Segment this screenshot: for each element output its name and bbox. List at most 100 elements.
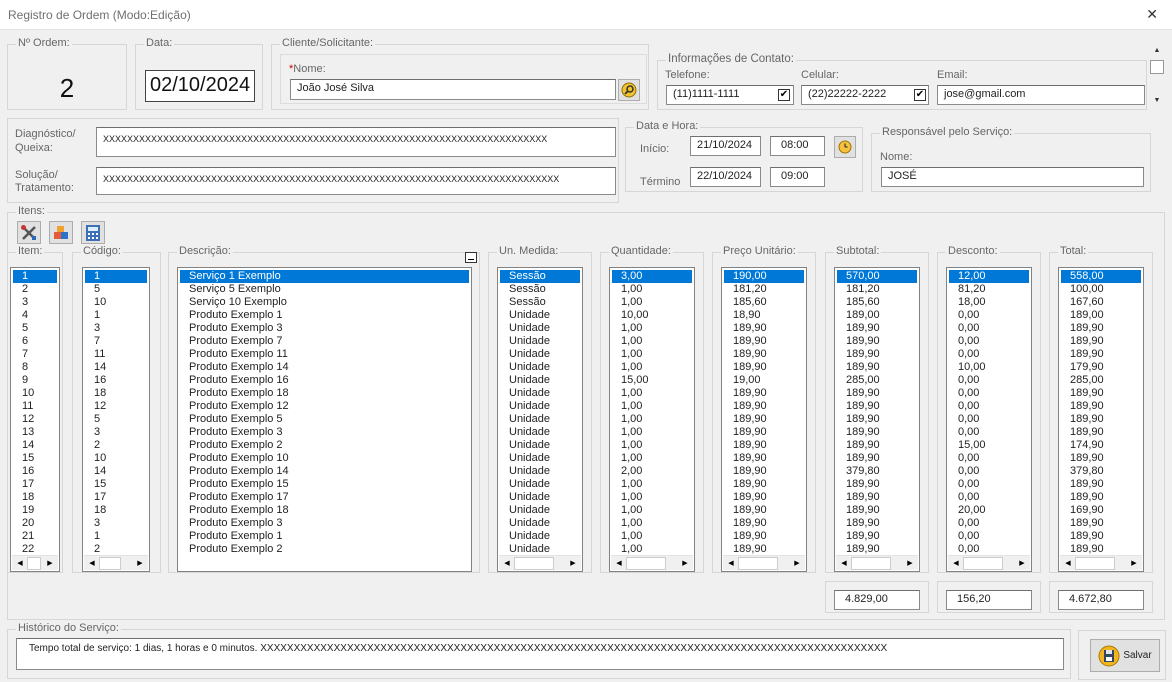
list-item[interactable]: Unidade: [500, 517, 580, 530]
list-item[interactable]: 13: [13, 426, 57, 439]
list-item[interactable]: 0,00: [949, 400, 1029, 413]
list-item[interactable]: Unidade: [500, 465, 580, 478]
search-client-button[interactable]: [618, 79, 640, 101]
list-item[interactable]: 189,90: [837, 517, 917, 530]
list-item[interactable]: 379,80: [1061, 465, 1141, 478]
list-item[interactable]: Produto Exemplo 15: [180, 478, 469, 491]
list-item[interactable]: Produto Exemplo 18: [180, 387, 469, 400]
list-item[interactable]: 0,00: [949, 530, 1029, 543]
list-item[interactable]: 1,00: [612, 517, 692, 530]
list-item[interactable]: 10: [85, 452, 147, 465]
list-item[interactable]: 189,90: [837, 439, 917, 452]
list-item[interactable]: 189,90: [1061, 387, 1141, 400]
list-item[interactable]: 189,90: [837, 478, 917, 491]
list-item[interactable]: 0,00: [949, 478, 1029, 491]
horizontal-scrollbar[interactable]: ◀ ▶: [723, 555, 805, 570]
list-item[interactable]: 4: [13, 309, 57, 322]
list-item[interactable]: 1,00: [612, 322, 692, 335]
list-item[interactable]: 189,90: [837, 387, 917, 400]
list-item[interactable]: 285,00: [837, 374, 917, 387]
phone-input[interactable]: (11)1111-1111: [666, 85, 794, 105]
list-item[interactable]: 10: [13, 387, 57, 400]
list-item[interactable]: 12: [13, 413, 57, 426]
list-item[interactable]: 81,20: [949, 283, 1029, 296]
list-item[interactable]: Unidade: [500, 426, 580, 439]
list-item[interactable]: 181,20: [837, 283, 917, 296]
list-item[interactable]: 189,90: [837, 530, 917, 543]
list-item[interactable]: 189,90: [724, 335, 804, 348]
list-item[interactable]: 1,00: [612, 296, 692, 309]
list-item[interactable]: Unidade: [500, 348, 580, 361]
scroll-down-icon[interactable]: ▼: [1149, 94, 1165, 108]
list-item[interactable]: 19,00: [724, 374, 804, 387]
scroll-thumb[interactable]: [27, 557, 41, 570]
column-qty-listbox[interactable]: 3,00 1,00 1,00 10,00 1,00 1,00 1,00 1,00 15,00 1,…: [609, 267, 695, 572]
column-discount-listbox[interactable]: 12,00 81,20 18,00 0,00 0,00 0,00 0,00 10,00 0,00…: [946, 267, 1032, 572]
list-item[interactable]: Unidade: [500, 530, 580, 543]
list-item[interactable]: 0,00: [949, 309, 1029, 322]
list-item[interactable]: Produto Exemplo 10: [180, 452, 469, 465]
list-item[interactable]: Serviço 10 Exemplo: [180, 296, 469, 309]
scroll-right-icon[interactable]: ▶: [678, 557, 692, 570]
column-price-list[interactable]: 190,00 181,20 185,60 18,90 189,90 189,90 189,9…: [721, 252, 807, 572]
list-item[interactable]: Unidade: [500, 413, 580, 426]
list-item[interactable]: Unidade: [500, 504, 580, 517]
list-item[interactable]: 189,90: [1061, 413, 1141, 426]
list-item[interactable]: 20: [13, 517, 57, 530]
list-item[interactable]: Serviço 1 Exemplo: [180, 270, 469, 283]
horizontal-scrollbar[interactable]: ◀ ▶: [948, 555, 1030, 570]
list-item[interactable]: 189,90: [837, 361, 917, 374]
list-item[interactable]: 167,60: [1061, 296, 1141, 309]
list-item[interactable]: 1,00: [612, 335, 692, 348]
column-item-list[interactable]: 1 2 3 4 5 6 7 8 9 10 11 12 13 14 15 16 17 18 19 20 21 22 ◀ ▶: [10, 252, 60, 572]
list-item[interactable]: Produto Exemplo 5: [180, 413, 469, 426]
list-item[interactable]: 14: [85, 465, 147, 478]
date-field[interactable]: 02/10/2024: [145, 70, 255, 102]
list-item[interactable]: Produto Exemplo 3: [180, 322, 469, 335]
list-item[interactable]: Unidade: [500, 361, 580, 374]
list-item[interactable]: 189,90: [837, 348, 917, 361]
list-item[interactable]: 9: [13, 374, 57, 387]
list-item[interactable]: 20,00: [949, 504, 1029, 517]
list-item[interactable]: Sessão: [500, 283, 580, 296]
list-item[interactable]: 17: [85, 491, 147, 504]
list-item[interactable]: 0,00: [949, 452, 1029, 465]
list-item[interactable]: 189,90: [837, 400, 917, 413]
list-item[interactable]: 379,80: [837, 465, 917, 478]
diagnosis-input[interactable]: XXXXXXXXXXXXXXXXXXXXXXXXXXXXXXXXXXXXXXXX…: [96, 127, 616, 157]
list-item[interactable]: 0,00: [949, 387, 1029, 400]
scroll-left-icon[interactable]: ◀: [612, 557, 626, 570]
list-item[interactable]: 189,90: [724, 530, 804, 543]
list-item[interactable]: Unidade: [500, 309, 580, 322]
list-item[interactable]: 0,00: [949, 374, 1029, 387]
list-item[interactable]: 189,90: [837, 491, 917, 504]
column-code-listbox[interactable]: 1 5 10 1 3 7 11 14 16 18 12 5 3 2 10 14 15 17 18 3 1 2 ◀ ▶: [82, 267, 150, 572]
list-item[interactable]: 15,00: [612, 374, 692, 387]
column-unit-listbox[interactable]: Sessão Sessão Sessão Unidade Unidade Unidade U…: [497, 267, 583, 572]
list-item[interactable]: 189,90: [1061, 322, 1141, 335]
now-button[interactable]: [834, 136, 856, 158]
list-item[interactable]: 1,00: [612, 348, 692, 361]
list-item[interactable]: 189,90: [724, 439, 804, 452]
list-item[interactable]: 181,20: [724, 283, 804, 296]
scroll-left-icon[interactable]: ◀: [1061, 557, 1075, 570]
list-item[interactable]: 18: [85, 387, 147, 400]
list-item[interactable]: 1: [85, 270, 147, 283]
scroll-thumb[interactable]: [626, 557, 666, 570]
end-date-input[interactable]: 22/10/2024: [690, 167, 761, 187]
list-item[interactable]: 189,90: [837, 504, 917, 517]
column-desc-list[interactable]: Serviço 1 Exemplo Serviço 5 Exemplo Serviç…: [177, 252, 472, 572]
scroll-thumb[interactable]: [1075, 557, 1115, 570]
list-item[interactable]: 189,90: [724, 491, 804, 504]
list-item[interactable]: Produto Exemplo 1: [180, 530, 469, 543]
column-subtotal-list[interactable]: 570,00 181,20 185,60 189,00 189,90 189,90 189,…: [834, 252, 920, 572]
column-qty-list[interactable]: 3,00 1,00 1,00 10,00 1,00 1,00 1,00 1,00 15,00 1,…: [609, 252, 695, 572]
list-item[interactable]: Produto Exemplo 11: [180, 348, 469, 361]
list-item[interactable]: 14: [85, 361, 147, 374]
list-item[interactable]: 570,00: [837, 270, 917, 283]
list-item[interactable]: Sessão: [500, 296, 580, 309]
horizontal-scrollbar[interactable]: ◀ ▶: [836, 555, 918, 570]
email-input[interactable]: jose@gmail.com: [937, 85, 1145, 105]
scroll-left-icon[interactable]: ◀: [85, 557, 99, 570]
scroll-right-icon[interactable]: ▶: [1015, 557, 1029, 570]
